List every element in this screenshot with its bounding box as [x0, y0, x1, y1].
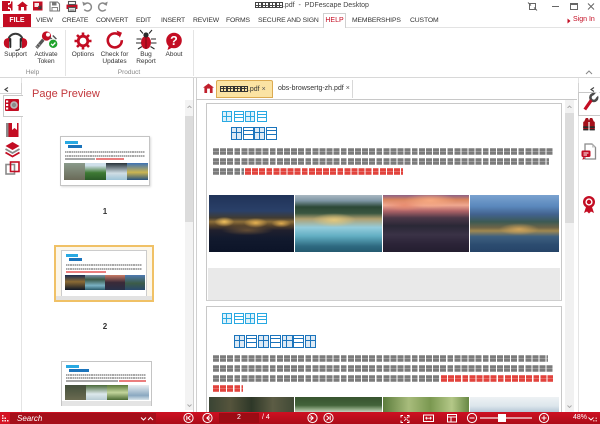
- svg-text:?: ?: [170, 34, 178, 48]
